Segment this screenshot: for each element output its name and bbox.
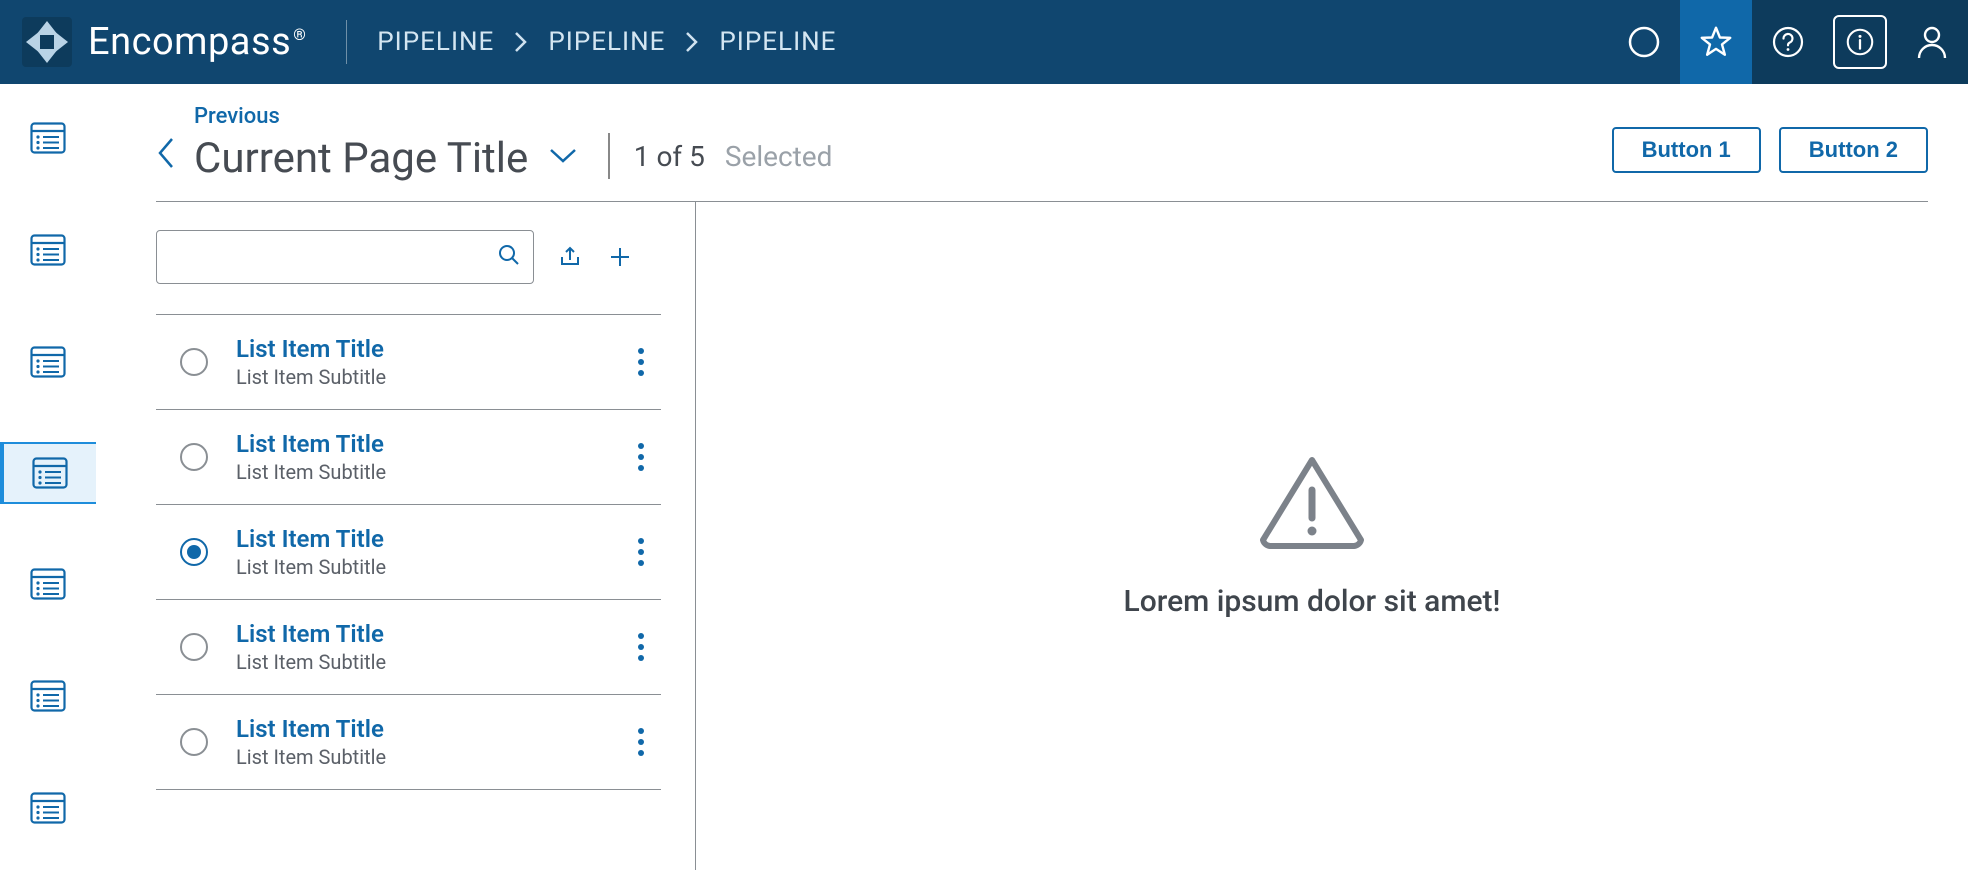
list-item-subtitle: List Item Subtitle (236, 650, 601, 674)
action-buttons: Button 1 Button 2 (1612, 127, 1928, 183)
list-item[interactable]: List Item TitleList Item Subtitle (156, 600, 661, 695)
list-item-title: List Item Title (236, 430, 601, 458)
button-2[interactable]: Button 2 (1779, 127, 1928, 173)
user-icon[interactable] (1896, 0, 1968, 84)
list-icon (27, 229, 69, 271)
list-icon (27, 117, 69, 159)
item-list: List Item TitleList Item SubtitleList It… (156, 314, 661, 790)
list-item-subtitle: List Item Subtitle (236, 555, 601, 579)
chevron-right-icon (685, 31, 699, 53)
empty-state-message: Lorem ipsum dolor sit amet! (1124, 584, 1501, 619)
list-item-title: List Item Title (236, 335, 601, 363)
main-content: Previous Current Page Title 1 of 5 Selec… (96, 84, 1968, 892)
more-icon[interactable] (629, 728, 653, 756)
breadcrumb-item[interactable]: PIPELINE (719, 27, 836, 57)
rail-item[interactable] (0, 776, 96, 840)
list-icon (27, 787, 69, 829)
list-icon (29, 452, 71, 494)
more-icon[interactable] (629, 633, 653, 661)
list-item-text: List Item TitleList Item Subtitle (236, 715, 601, 769)
list-icon (27, 563, 69, 605)
more-icon[interactable] (629, 348, 653, 376)
radio-button[interactable] (180, 633, 208, 661)
count-text: 1 of 5 (634, 140, 705, 177)
list-item-subtitle: List Item Subtitle (236, 745, 601, 769)
search-field[interactable] (156, 230, 534, 284)
list-item-text: List Item TitleList Item Subtitle (236, 430, 601, 484)
list-item-text: List Item TitleList Item Subtitle (236, 525, 601, 579)
left-rail (0, 84, 96, 892)
rail-item[interactable] (0, 664, 96, 728)
list-item-text: List Item TitleList Item Subtitle (236, 620, 601, 674)
previous-link[interactable]: Previous (194, 104, 832, 129)
list-item-title: List Item Title (236, 620, 601, 648)
chevron-down-icon[interactable] (548, 147, 578, 169)
star-icon[interactable] (1680, 0, 1752, 84)
registered-mark: ® (293, 25, 306, 44)
app-header: Encompass® PIPELINE PIPELINE PIPELINE (0, 0, 1968, 84)
page-title-block: Previous Current Page Title 1 of 5 Selec… (156, 104, 832, 183)
radio-button[interactable] (180, 538, 208, 566)
search-row (156, 230, 661, 284)
header-actions (1608, 0, 1968, 84)
divider (608, 133, 610, 179)
list-item[interactable]: List Item TitleList Item Subtitle (156, 410, 661, 505)
list-item-text: List Item TitleList Item Subtitle (236, 335, 601, 389)
left-pane: List Item TitleList Item SubtitleList It… (156, 202, 696, 870)
radio-button[interactable] (180, 348, 208, 376)
rail-item[interactable] (0, 218, 96, 282)
warning-icon (1257, 454, 1367, 554)
radio-button[interactable] (180, 443, 208, 471)
list-icon (27, 341, 69, 383)
rail-item[interactable] (0, 442, 96, 504)
list-item[interactable]: List Item TitleList Item Subtitle (156, 695, 661, 790)
brand-logo-icon (22, 17, 72, 67)
help-icon[interactable] (1752, 0, 1824, 84)
share-icon[interactable] (556, 243, 584, 271)
list-item[interactable]: List Item TitleList Item Subtitle (156, 505, 661, 600)
chevron-right-icon (514, 31, 528, 53)
page-header: Previous Current Page Title 1 of 5 Selec… (156, 104, 1928, 202)
list-item-subtitle: List Item Subtitle (236, 460, 601, 484)
right-pane: Lorem ipsum dolor sit amet! (696, 202, 1928, 870)
more-icon[interactable] (629, 538, 653, 566)
info-icon[interactable] (1824, 0, 1896, 84)
more-icon[interactable] (629, 443, 653, 471)
page-title: Current Page Title (194, 134, 528, 183)
radio-button[interactable] (180, 728, 208, 756)
list-item-subtitle: List Item Subtitle (236, 365, 601, 389)
circle-icon[interactable] (1608, 0, 1680, 84)
rail-item[interactable] (0, 552, 96, 616)
list-icon (27, 675, 69, 717)
breadcrumb: PIPELINE PIPELINE PIPELINE (377, 27, 836, 57)
breadcrumb-item[interactable]: PIPELINE (548, 27, 665, 57)
brand: Encompass® (0, 0, 306, 84)
selected-label: Selected (725, 140, 833, 177)
add-icon[interactable] (606, 243, 634, 271)
brand-name: Encompass® (88, 20, 306, 64)
back-icon[interactable] (156, 135, 176, 183)
rail-item[interactable] (0, 106, 96, 170)
search-icon[interactable] (497, 243, 521, 271)
button-1[interactable]: Button 1 (1612, 127, 1761, 173)
list-item-title: List Item Title (236, 525, 601, 553)
header-divider (346, 20, 347, 64)
breadcrumb-item[interactable]: PIPELINE (377, 27, 494, 57)
rail-item[interactable] (0, 330, 96, 394)
panes: List Item TitleList Item SubtitleList It… (156, 202, 1928, 870)
search-input[interactable] (169, 246, 497, 269)
list-item-title: List Item Title (236, 715, 601, 743)
list-item[interactable]: List Item TitleList Item Subtitle (156, 315, 661, 410)
